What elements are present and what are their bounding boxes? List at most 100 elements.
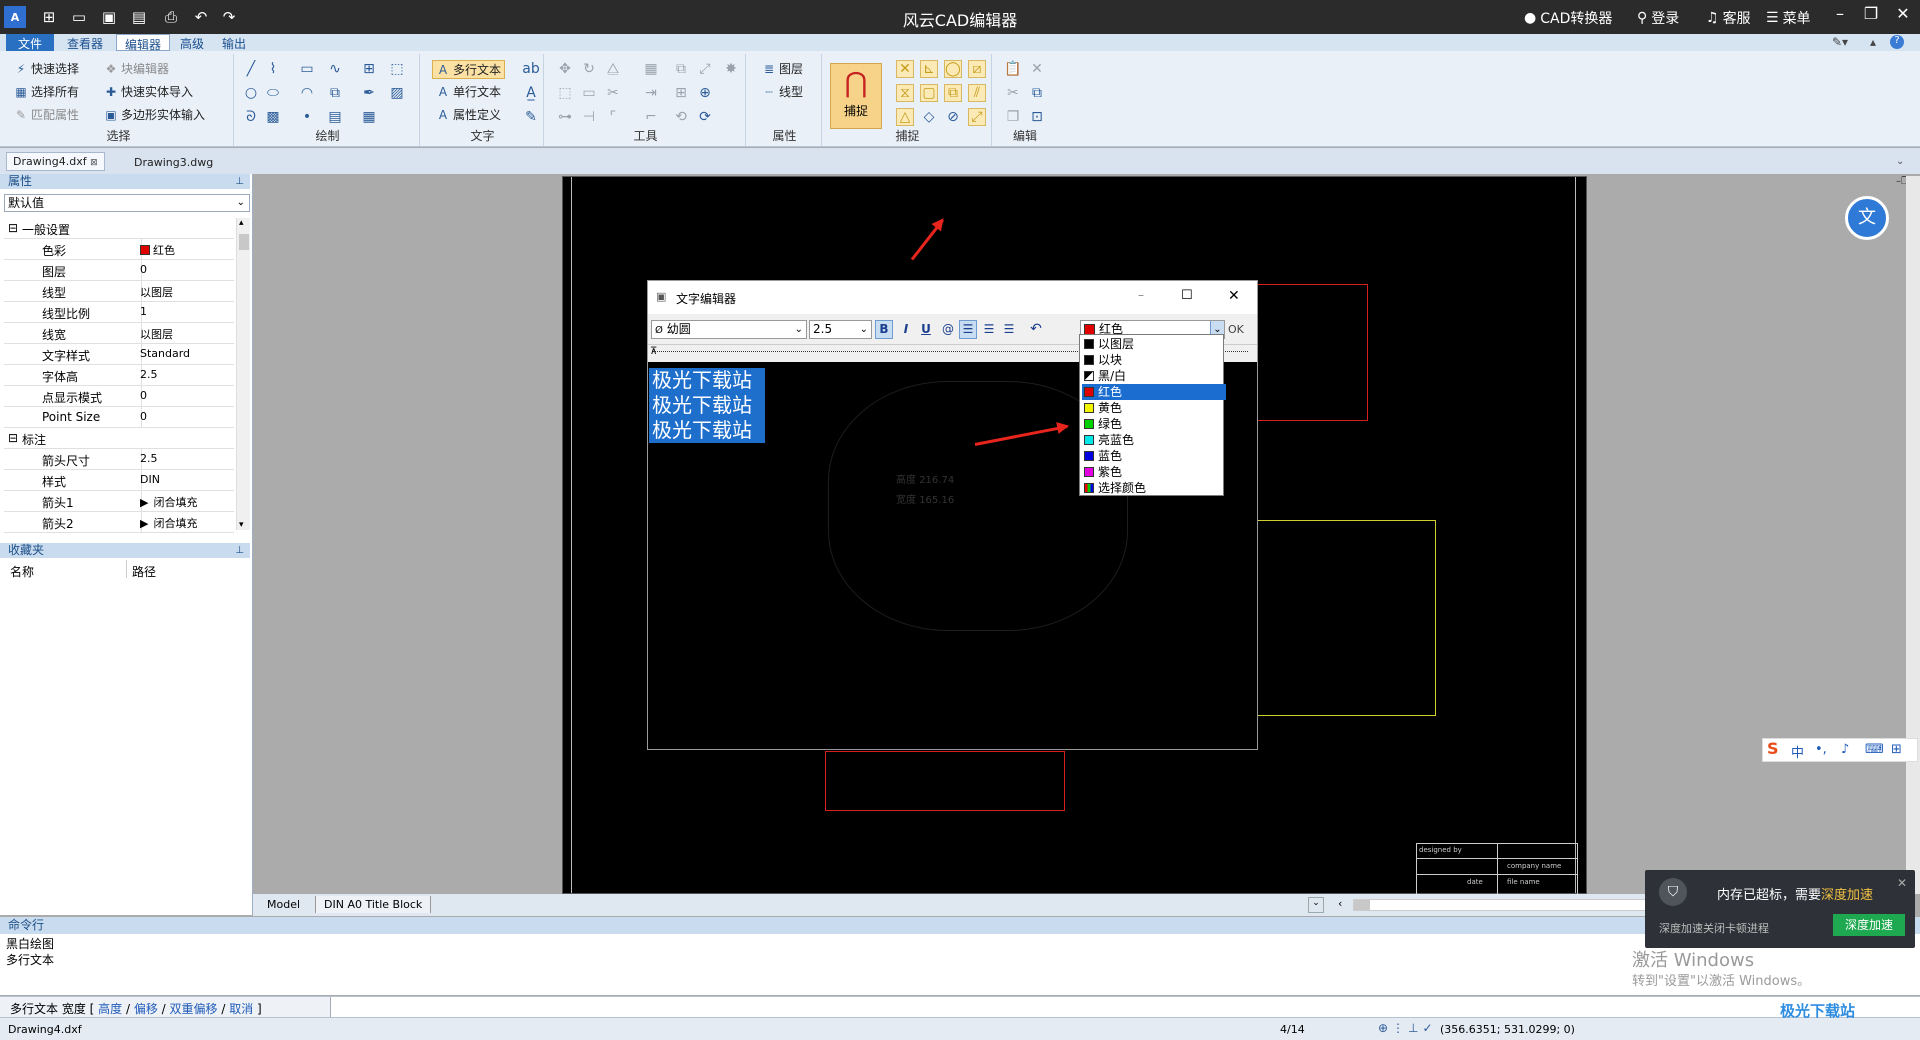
command-input[interactable]	[330, 997, 1920, 1017]
spline-icon[interactable]: ∿	[326, 60, 344, 78]
copy-edit-icon[interactable]: ❐	[1004, 108, 1022, 126]
selected-text-block[interactable]: 极光下载站 极光下载站 极光下载站	[649, 368, 765, 443]
paste-special-icon[interactable]: ⧉	[1028, 84, 1046, 102]
linetype-button[interactable]: ┈ 线型	[762, 83, 803, 100]
snap-tangent-icon[interactable]: ⧄	[968, 60, 986, 78]
scroll-left-icon[interactable]: ⌄	[1308, 897, 1324, 913]
login-button[interactable]: ⚲ 登录	[1637, 8, 1679, 28]
color-option[interactable]: 以块	[1082, 352, 1226, 368]
property-value[interactable]: 2.5	[140, 368, 158, 381]
property-row[interactable]: 箭头尺寸 2.5	[4, 449, 234, 470]
ellipse-icon[interactable]: ⬭	[264, 84, 282, 102]
color-option[interactable]: 紫色	[1082, 464, 1226, 480]
move-icon[interactable]: ✥	[556, 60, 574, 78]
cut-icon[interactable]: ✂	[1004, 84, 1022, 102]
ribbon-toggle-icon[interactable]: ▴	[1870, 35, 1876, 49]
menu-output[interactable]: 输出	[222, 35, 246, 52]
select-all-button[interactable]: ▦ 选择所有	[14, 83, 79, 100]
properties-scrollbar[interactable]: ▴ ▾	[236, 218, 250, 530]
text-edit-icon[interactable]: A̲	[522, 84, 540, 102]
symbol-button[interactable]: @	[940, 320, 956, 339]
properties-selector[interactable]: 默认值 ⌄	[4, 194, 250, 212]
microphone-icon[interactable]: ♪	[1841, 742, 1849, 757]
minimize-button[interactable]: –	[1825, 4, 1855, 28]
font-size-select[interactable]: 2.5 ⌄	[809, 320, 872, 339]
array-icon[interactable]: ▦	[642, 60, 660, 78]
hatch-icon[interactable]: ⊞	[360, 60, 378, 78]
clipboard-icon[interactable]: ⊡	[1028, 108, 1046, 126]
menu-advanced[interactable]: 高级	[180, 35, 204, 52]
tab-close-icon[interactable]: ⊠	[90, 158, 98, 168]
menu-viewer[interactable]: 查看器	[67, 35, 103, 52]
block-editor-button[interactable]: ❖ 块编辑器	[104, 60, 169, 77]
section-general[interactable]: ⊟ 一般设置	[4, 218, 234, 239]
copy-icon[interactable]: ⧉	[672, 60, 690, 78]
tab-drawing4[interactable]: Drawing4.dxf ⊠	[6, 152, 105, 171]
extend-icon[interactable]: ⇥	[642, 84, 660, 102]
snap-quadrant-icon[interactable]: ◇	[920, 108, 938, 126]
red-rectangle-2[interactable]	[825, 751, 1065, 811]
insert-block-icon[interactable]: ▤	[326, 108, 344, 126]
property-value[interactable]: 0	[140, 410, 147, 423]
match-properties-button[interactable]: ✎ 匹配属性	[14, 106, 79, 123]
color-option[interactable]: 以图层	[1082, 336, 1226, 352]
color-option[interactable]: 选择颜色	[1082, 480, 1226, 496]
ime-grid-icon[interactable]: ⊞	[1891, 742, 1902, 757]
save-as-icon[interactable]: ▤	[128, 6, 150, 28]
property-value[interactable]: 以图层	[140, 326, 173, 342]
trim-icon[interactable]: ✂	[604, 84, 622, 102]
snap-node-icon[interactable]: ⊘	[944, 108, 962, 126]
property-row[interactable]: Point Size 0	[4, 407, 234, 428]
snap-midpoint-icon[interactable]: △	[896, 108, 914, 126]
lengthen-icon[interactable]: ⊣	[580, 108, 598, 126]
paste-icon[interactable]: 📋	[1004, 60, 1022, 78]
text-style-icon[interactable]: ab	[522, 60, 540, 78]
color-option[interactable]: 红色	[1082, 384, 1226, 400]
rotate-icon[interactable]: ↻	[580, 60, 598, 78]
stretch-icon[interactable]: ▭	[580, 84, 598, 102]
bold-button[interactable]: B	[875, 320, 893, 339]
table-icon[interactable]: ▦	[360, 108, 378, 126]
color-option[interactable]: 绿色	[1082, 416, 1226, 432]
pen-icon[interactable]: ✒	[360, 84, 378, 102]
align-center-icon[interactable]: ☰	[981, 320, 997, 339]
pin-icon[interactable]: ⊥	[235, 174, 244, 189]
quick-entity-import-button[interactable]: ✚ 快速实体导入	[104, 83, 193, 100]
property-value[interactable]: DIN	[140, 473, 160, 486]
attribute-definition-button[interactable]: A 属性定义	[436, 106, 501, 123]
italic-button[interactable]: I	[898, 320, 914, 339]
option-offset[interactable]: 偏移	[134, 1002, 158, 1016]
collapse-icon[interactable]: ⊟	[8, 431, 18, 445]
undo-text-icon[interactable]: ↶	[1028, 320, 1044, 339]
region-icon[interactable]: ⬚	[388, 60, 406, 78]
indent-marker-icon[interactable]: ⊼	[650, 346, 657, 357]
snap-button[interactable]: ⋂ 捕捉	[830, 63, 882, 129]
toast-accelerate-button[interactable]: 深度加速	[1833, 914, 1905, 936]
keyboard-icon[interactable]: ⌨	[1865, 742, 1884, 757]
circle-icon[interactable]: ○	[242, 84, 260, 102]
tab-din-a0[interactable]: DIN A0 Title Block	[315, 896, 432, 913]
maximize-button[interactable]: ❐	[1856, 4, 1886, 28]
save-icon[interactable]: ▣	[98, 6, 120, 28]
layer-button[interactable]: ≣ 图层	[762, 60, 803, 77]
option-double-offset[interactable]: 双重偏移	[170, 1002, 218, 1016]
translate-icon[interactable]: 文	[1845, 196, 1889, 240]
section-dimension[interactable]: ⊟ 标注	[4, 428, 234, 449]
property-row[interactable]: 色彩 红色	[4, 239, 234, 260]
ok-button[interactable]: OK	[1228, 320, 1244, 339]
offset-icon[interactable]: ⬚	[556, 84, 574, 102]
redo-icon[interactable]: ↷	[218, 6, 240, 28]
editor-maximize-button[interactable]: ☐	[1181, 288, 1193, 303]
snap-apparent-icon[interactable]: ⧖	[896, 84, 914, 102]
tab-model[interactable]: Model	[267, 898, 300, 911]
property-row[interactable]: 文字样式 Standard	[4, 344, 234, 365]
property-row[interactable]: 图层 0	[4, 260, 234, 281]
service-button[interactable]: ♫ 客服	[1706, 8, 1751, 28]
snap-perpendicular-icon[interactable]: ⊾	[920, 60, 938, 78]
refresh-icon[interactable]: ⟳	[696, 108, 714, 126]
snap-intersection-icon[interactable]: ✕	[896, 60, 914, 78]
scroll-up-icon[interactable]: ▴	[239, 218, 244, 228]
property-value[interactable]: ▶ 闭合填充	[140, 515, 197, 531]
print-icon[interactable]: ⎙	[160, 6, 182, 28]
quick-select-button[interactable]: ⚡ 快速选择	[14, 60, 79, 77]
